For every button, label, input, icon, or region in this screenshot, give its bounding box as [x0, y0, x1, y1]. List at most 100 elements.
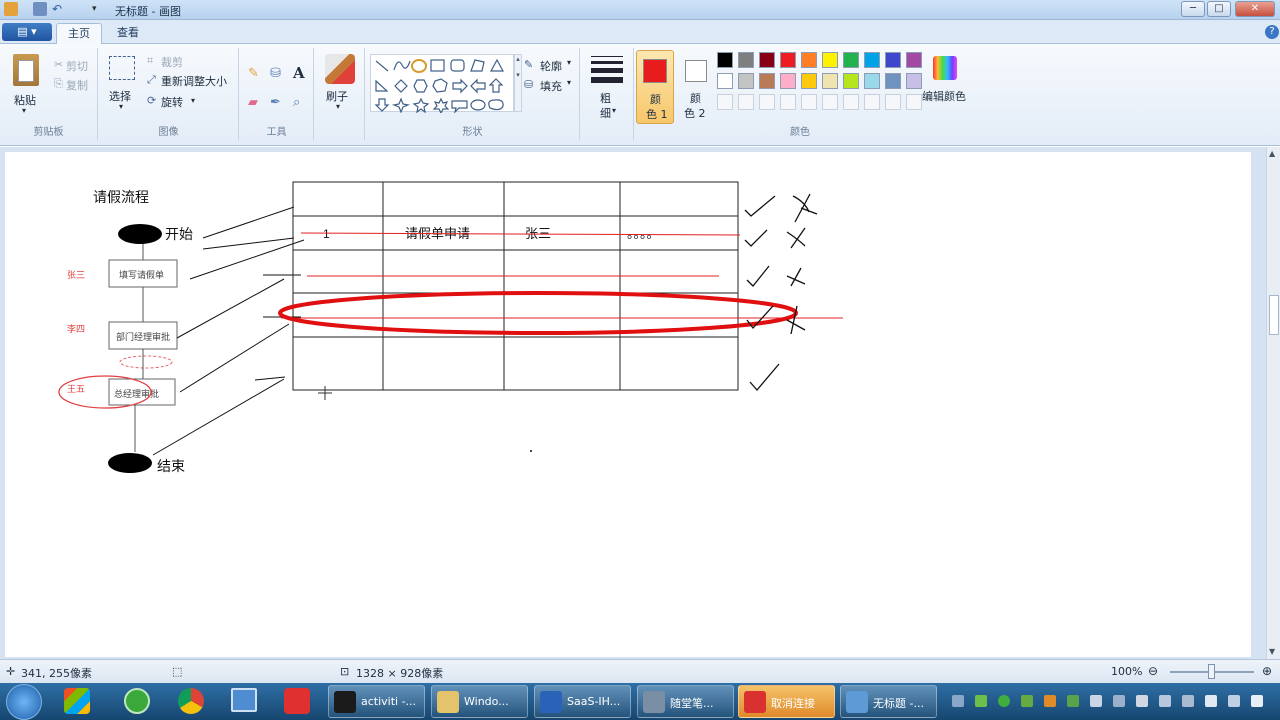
- tab-home[interactable]: 主页: [56, 23, 102, 44]
- palette-row2-swatch-10[interactable]: [906, 73, 922, 89]
- taskbar-button-6[interactable]: 无标题 -...: [840, 685, 937, 718]
- outline-dropdown-icon[interactable]: ▾: [567, 58, 571, 67]
- media-player-icon[interactable]: [284, 688, 310, 714]
- resize-button[interactable]: 重新调整大小: [161, 73, 227, 89]
- rotate-button[interactable]: 旋转: [161, 94, 183, 110]
- custom-color-slot-7[interactable]: [843, 94, 859, 110]
- close-button[interactable]: ✕: [1235, 1, 1275, 17]
- copy-button[interactable]: 复制: [66, 77, 88, 93]
- zoom-slider-thumb[interactable]: [1208, 664, 1215, 679]
- palette-row1-swatch-6[interactable]: [822, 52, 838, 68]
- magnifier-icon[interactable]: ⌕: [293, 95, 300, 110]
- drawing-canvas[interactable]: 请假流程 开始 填写请假单 张三 部门经理审批 李四 总经理审批 王五 结束 1…: [5, 152, 1251, 657]
- custom-color-slot-4[interactable]: [780, 94, 796, 110]
- tray-shield-icon[interactable]: [1067, 695, 1079, 707]
- save-icon[interactable]: [33, 2, 47, 16]
- file-menu-button[interactable]: ▤ ▾: [2, 23, 52, 41]
- outline-button[interactable]: 轮廓: [540, 58, 562, 74]
- custom-color-slot-6[interactable]: [822, 94, 838, 110]
- pinned-app-icon-1[interactable]: [64, 688, 90, 714]
- tray-app-icon-7[interactable]: [1182, 695, 1194, 707]
- tray-temperature-icon[interactable]: [1090, 695, 1102, 707]
- tray-app-icon-3[interactable]: [1021, 695, 1033, 707]
- paste-dropdown-icon[interactable]: ▾: [22, 106, 26, 115]
- custom-color-slot-10[interactable]: [906, 94, 922, 110]
- palette-row1-swatch-4[interactable]: [780, 52, 796, 68]
- size-label-2[interactable]: 细: [600, 105, 611, 121]
- tray-app-icon-6[interactable]: [1159, 695, 1171, 707]
- palette-row1-swatch-10[interactable]: [906, 52, 922, 68]
- custom-color-slot-5[interactable]: [801, 94, 817, 110]
- cut-icon[interactable]: ✂: [54, 58, 63, 71]
- tray-app-icon-1[interactable]: [975, 695, 987, 707]
- palette-row2-swatch-7[interactable]: [843, 73, 859, 89]
- taskbar-button-4[interactable]: 随堂笔...: [637, 685, 734, 718]
- fill-dropdown-icon[interactable]: ▾: [567, 78, 571, 87]
- taskbar-button-3[interactable]: SaaS-IH...: [534, 685, 631, 718]
- custom-color-slot-9[interactable]: [885, 94, 901, 110]
- tray-monitor-icon[interactable]: [1205, 695, 1217, 707]
- shapes-scroll-icon[interactable]: ▴ ▾: [514, 54, 522, 112]
- tray-app-icon-5[interactable]: [1136, 695, 1148, 707]
- palette-row2-swatch-9[interactable]: [885, 73, 901, 89]
- fill-icon[interactable]: ⛁: [524, 78, 533, 91]
- color-picker-icon[interactable]: ✒: [270, 95, 281, 110]
- select-icon[interactable]: [109, 56, 135, 80]
- palette-row1-swatch-5[interactable]: [801, 52, 817, 68]
- zoom-in-icon[interactable]: ⊕: [1262, 664, 1272, 678]
- copy-icon[interactable]: ⎘: [54, 77, 63, 91]
- line-size-icon[interactable]: [591, 56, 623, 83]
- tray-app-icon-4[interactable]: [1044, 695, 1056, 707]
- palette-row1-swatch-7[interactable]: [843, 52, 859, 68]
- custom-color-slot-2[interactable]: [738, 94, 754, 110]
- size-dropdown-icon[interactable]: ▾: [612, 106, 616, 115]
- color2-button[interactable]: 颜 色 2: [679, 50, 715, 124]
- crop-icon[interactable]: ⌗: [147, 54, 153, 68]
- start-button[interactable]: [6, 684, 42, 720]
- pencil-icon[interactable]: ✎: [248, 66, 259, 81]
- palette-row2-swatch-5[interactable]: [801, 73, 817, 89]
- scroll-thumb[interactable]: [1269, 295, 1279, 335]
- pinned-desktop-icon[interactable]: [231, 688, 257, 712]
- custom-color-slot-8[interactable]: [864, 94, 880, 110]
- rotate-dropdown-icon[interactable]: ▾: [191, 96, 195, 105]
- size-label-1[interactable]: 粗: [600, 90, 611, 106]
- tray-network-icon[interactable]: [952, 695, 964, 707]
- pinned-refresh-icon[interactable]: [124, 688, 150, 714]
- taskbar-button-2[interactable]: Windo...: [431, 685, 528, 718]
- quick-access-dropdown-icon[interactable]: ▾: [92, 2, 106, 16]
- brushes-dropdown-icon[interactable]: ▾: [336, 102, 340, 111]
- palette-row1-swatch-3[interactable]: [759, 52, 775, 68]
- palette-row2-swatch-6[interactable]: [822, 73, 838, 89]
- vertical-scrollbar[interactable]: ▲ ▼: [1266, 147, 1280, 659]
- tray-volume-icon[interactable]: [1251, 695, 1263, 707]
- paste-icon[interactable]: [13, 54, 39, 86]
- tab-view[interactable]: 查看: [106, 23, 150, 44]
- custom-color-slot-3[interactable]: [759, 94, 775, 110]
- scroll-up-icon[interactable]: ▲: [1269, 149, 1275, 158]
- maximize-button[interactable]: □: [1207, 1, 1231, 17]
- taskbar-button-5[interactable]: 取消连接: [738, 685, 835, 718]
- edit-colors-button[interactable]: 编辑颜色: [922, 88, 966, 104]
- chrome-icon[interactable]: [178, 688, 204, 714]
- palette-row2-swatch-3[interactable]: [759, 73, 775, 89]
- shapes-gallery[interactable]: [370, 54, 514, 115]
- cut-button[interactable]: 剪切: [66, 58, 88, 74]
- undo-icon[interactable]: ↶: [52, 2, 66, 16]
- scroll-down-icon[interactable]: ▼: [1269, 647, 1275, 656]
- custom-color-slot-1[interactable]: [717, 94, 733, 110]
- palette-row1-swatch-8[interactable]: [864, 52, 880, 68]
- crop-button[interactable]: 裁剪: [161, 54, 183, 70]
- help-icon[interactable]: ?: [1265, 25, 1279, 39]
- paint-app-icon[interactable]: [4, 2, 18, 16]
- palette-row2-swatch-1[interactable]: [717, 73, 733, 89]
- color1-button[interactable]: 颜 色 1: [636, 50, 674, 124]
- edit-colors-icon[interactable]: [933, 56, 957, 80]
- fill-button[interactable]: 填充: [540, 78, 562, 94]
- tray-display-icon[interactable]: [1113, 695, 1125, 707]
- text-tool-icon[interactable]: A: [293, 64, 305, 82]
- tray-power-icon[interactable]: [1228, 695, 1240, 707]
- minimize-button[interactable]: ─: [1181, 1, 1205, 17]
- palette-row1-swatch-1[interactable]: [717, 52, 733, 68]
- palette-row2-swatch-8[interactable]: [864, 73, 880, 89]
